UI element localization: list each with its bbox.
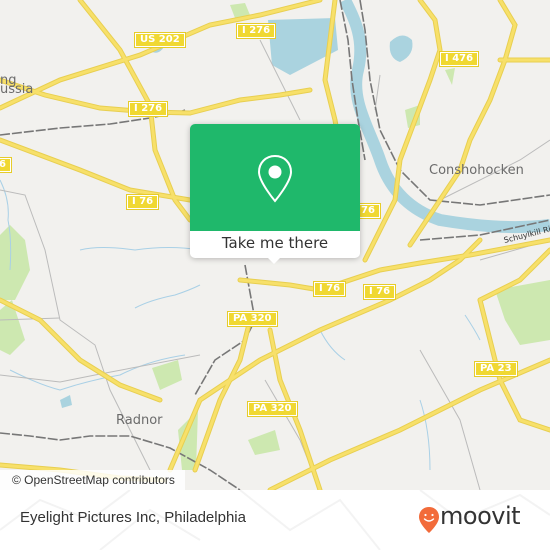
map-view[interactable]: ng ussia Conshohocken Radnor Schuylkill …	[0, 0, 550, 490]
popup-pointer	[266, 256, 282, 264]
map-attribution[interactable]: © OpenStreetMap contributors	[0, 470, 185, 490]
road-shield-i-276: 6	[0, 157, 12, 173]
place-label-conshohocken: Conshohocken	[429, 163, 524, 178]
map-card: ng ussia Conshohocken Radnor Schuylkill …	[0, 0, 550, 550]
road-shield-us-202: US 202	[134, 32, 186, 48]
minor-roads	[0, 39, 550, 490]
road-shield-i-476: I 476	[438, 51, 480, 67]
place-label-radnor: Radnor	[116, 413, 163, 428]
road-shield-pa-23: PA 23	[474, 361, 518, 377]
road-shield-i-76: I 76	[362, 284, 397, 300]
take-me-there-button[interactable]: Take me there	[190, 231, 360, 258]
moovit-logo[interactable]: moovit	[418, 502, 530, 535]
road-shield-i-76: I 76	[125, 194, 160, 210]
footer-bar: Eyelight Pictures Inc, Philadelphia moov…	[0, 490, 550, 550]
road-shield-i-276: I 276	[235, 23, 277, 39]
moovit-pin-icon	[419, 507, 439, 533]
road-shield-pa-320: PA 320	[247, 401, 298, 417]
place-label-king-of-prussia-2: ussia	[0, 82, 34, 97]
map-pin-icon	[257, 154, 293, 203]
road-shield-i-276: I 276	[127, 101, 169, 117]
popup-header	[190, 124, 360, 231]
location-popup: Take me there	[190, 124, 360, 264]
road-shield-i-76: I 76	[312, 281, 347, 297]
place-name: Eyelight Pictures Inc, Philadelphia	[20, 509, 246, 526]
moovit-wordmark: moovit	[440, 502, 521, 530]
road-shield-pa-320: PA 320	[227, 311, 278, 327]
